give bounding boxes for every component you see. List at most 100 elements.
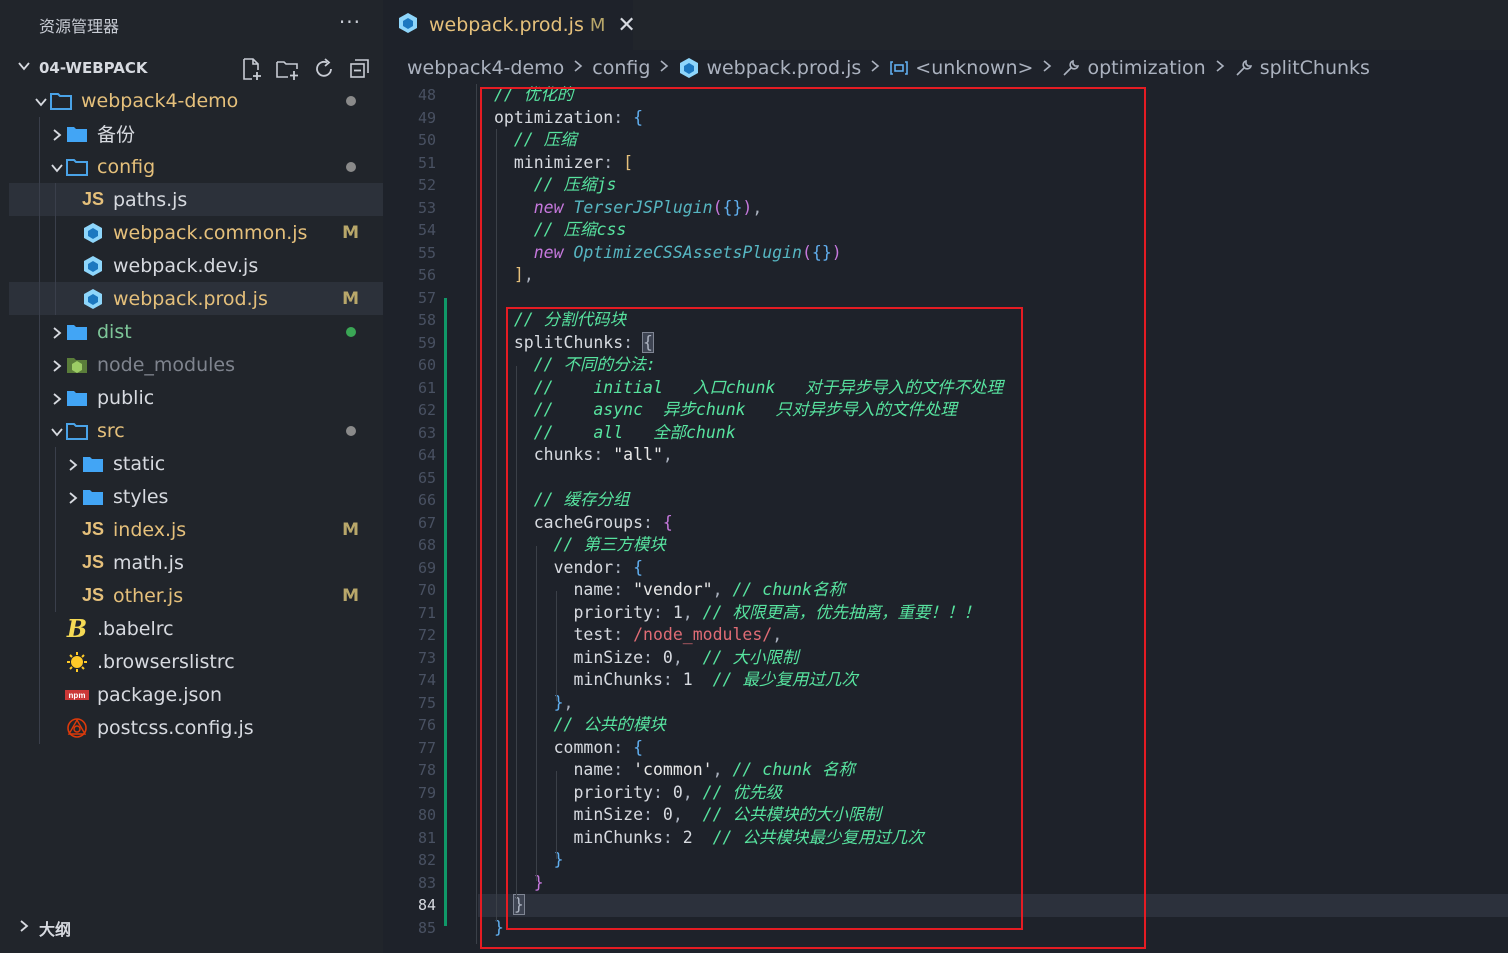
breadcrumb-item[interactable]: splitChunks [1234, 57, 1370, 79]
code-line[interactable]: minSize: 0, // 公共模块的大小限制 [494, 804, 1494, 827]
tree-item-src[interactable]: src [9, 414, 383, 447]
code-line[interactable]: name: 'common', // chunk 名称 [494, 759, 1494, 782]
close-tab-icon[interactable]: ✕ [617, 13, 635, 38]
git-modified-badge: M [342, 585, 359, 606]
code-line[interactable]: // 压缩 [494, 129, 1494, 152]
code-token: : [593, 445, 614, 464]
collapse-all-icon[interactable] [347, 56, 373, 82]
breadcrumb-item[interactable]: optimization [1061, 57, 1206, 79]
tab-webpack-prod[interactable]: webpack.prod.js M ✕ [383, 0, 636, 50]
breadcrumb-item[interactable]: <unknown> [889, 57, 1033, 79]
code-token: {} [811, 242, 832, 262]
code-line[interactable]: // async 异步chunk 只对异步导入的文件处理 [494, 399, 1494, 422]
tree-item-webpack-prod-js[interactable]: webpack.prod.js M [9, 282, 383, 315]
tree-item-package-json[interactable]: npm package.json [9, 678, 383, 711]
code-token: minChunks [573, 827, 663, 847]
code-token: : [662, 670, 683, 689]
code-line[interactable]: // 缓存分组 [494, 489, 1494, 512]
chevron-right-icon [65, 489, 81, 505]
tree-item-label: .babelrc [97, 617, 174, 640]
code-token: : [652, 782, 673, 802]
breadcrumb-item[interactable]: webpack4-demo [407, 57, 564, 79]
code-line[interactable]: chunks: "all", [494, 444, 1494, 467]
code-line[interactable]: } [478, 894, 1508, 917]
refresh-icon[interactable] [311, 56, 337, 82]
code-line[interactable]: minSize: 0, // 大小限制 [494, 647, 1494, 670]
line-number: 76 [417, 716, 436, 734]
code-token: // 不同的分法: [533, 355, 656, 374]
code-line[interactable]: priority: 0, // 优先级 [494, 782, 1494, 805]
code-token: optimization [494, 107, 614, 127]
tree-item-postcss-config-js[interactable]: postcss.config.js [9, 711, 383, 744]
new-folder-icon[interactable] [275, 56, 301, 82]
code-editor[interactable]: // 优化的 optimization: { // 压缩 minimizer: [… [478, 84, 1508, 940]
code-line[interactable]: new TerserJSPlugin({}), [494, 197, 1494, 220]
code-line[interactable]: common: { [494, 737, 1494, 760]
workspace-header[interactable]: 04-WEBPACK [9, 52, 383, 84]
code-line[interactable] [494, 467, 1494, 490]
tree-item-webpack4-demo[interactable]: webpack4-demo [9, 84, 383, 117]
line-number: 53 [417, 198, 436, 217]
code-token: : [623, 332, 644, 352]
code-line[interactable]: optimization: { [494, 107, 1494, 130]
code-line[interactable]: // 分割代码块 [494, 309, 1494, 332]
code-line[interactable]: splitChunks: { [494, 331, 1494, 355]
code-line[interactable]: cacheGroups: { [494, 512, 1494, 535]
tree-item-webpack-common-js[interactable]: webpack.common.js M [9, 216, 383, 249]
code-line[interactable]: new OptimizeCSSAssetsPlugin({}) [494, 242, 1494, 265]
tree-item-dist[interactable]: dist [9, 315, 383, 348]
line-number: 56 [417, 266, 436, 284]
tree-item-webpack-dev-js[interactable]: webpack.dev.js [9, 249, 383, 282]
line-number: 63 [417, 423, 436, 442]
tree-item-public[interactable]: public [9, 381, 383, 414]
code-line[interactable]: // 公共的模块 [494, 714, 1494, 737]
tree-item-index-js[interactable]: JS index.js M [9, 513, 383, 546]
code-line[interactable]: minChunks: 2 // 公共模块最少复用过几次 [494, 827, 1494, 850]
code-line[interactable]: vendor: { [494, 557, 1494, 580]
tree-item-browserslistrc[interactable]: .browserslistrc [9, 645, 383, 678]
code-line[interactable]: }, [494, 692, 1494, 715]
outline-section-header[interactable]: 大纲 [9, 912, 383, 944]
code-line[interactable]: // 压缩js [494, 174, 1494, 197]
tree-item-other-js[interactable]: JS other.js M [9, 579, 383, 612]
code-line[interactable]: minimizer: [ [494, 152, 1494, 175]
code-line[interactable]: // all 全部chunk [494, 422, 1494, 445]
code-line[interactable]: // 优化的 [494, 84, 1494, 107]
tree-item-styles[interactable]: styles [9, 480, 383, 513]
tree-item-math-js[interactable]: JS math.js [9, 546, 383, 579]
tree-item-[interactable]: 备份 [9, 117, 383, 150]
tree-item-config[interactable]: config [9, 150, 383, 183]
code-token: , [682, 602, 703, 622]
code-line[interactable]: test: /node_modules/, [494, 624, 1494, 647]
tree-item-label: postcss.config.js [97, 716, 254, 739]
tree-item-paths-js[interactable]: JS paths.js [9, 183, 383, 216]
new-file-icon[interactable] [239, 56, 265, 82]
tree-item-babelrc[interactable]: B .babelrc [9, 612, 383, 645]
code-line[interactable] [494, 287, 1494, 310]
tree-item-node-modules[interactable]: node_modules [9, 348, 383, 381]
code-line[interactable]: ], [494, 264, 1494, 287]
code-line[interactable]: // 不同的分法: [494, 354, 1494, 377]
code-line[interactable]: // 第三方模块 [494, 534, 1494, 557]
code-line[interactable]: } [494, 872, 1494, 895]
tree-item-static[interactable]: static [9, 447, 383, 480]
code-line[interactable]: // initial 入口chunk 对于异步导入的文件不处理 [494, 377, 1494, 400]
code-token: : [613, 760, 634, 779]
tree-indent-guide [55, 183, 56, 315]
tree-item-label: public [97, 386, 155, 409]
breadcrumb-item[interactable]: webpack.prod.js [678, 57, 861, 79]
code-line[interactable]: name: "vendor", // chunk名称 [494, 579, 1494, 602]
code-token: ) [831, 242, 842, 262]
chevron-right-icon [49, 390, 65, 406]
code-line[interactable]: priority: 1, // 权限更高，优先抽离，重要！！！ [494, 602, 1494, 625]
code-token: : [613, 580, 634, 599]
code-line[interactable]: minChunks: 1 // 最少复用过几次 [494, 669, 1494, 692]
more-actions-button[interactable]: ··· [339, 10, 361, 34]
code-line[interactable]: } [494, 849, 1494, 872]
line-number: 48 [417, 86, 436, 104]
code-line[interactable]: // 压缩css [494, 219, 1494, 242]
code-line[interactable]: } [494, 917, 1494, 940]
breadcrumb-item[interactable]: config [592, 57, 650, 79]
